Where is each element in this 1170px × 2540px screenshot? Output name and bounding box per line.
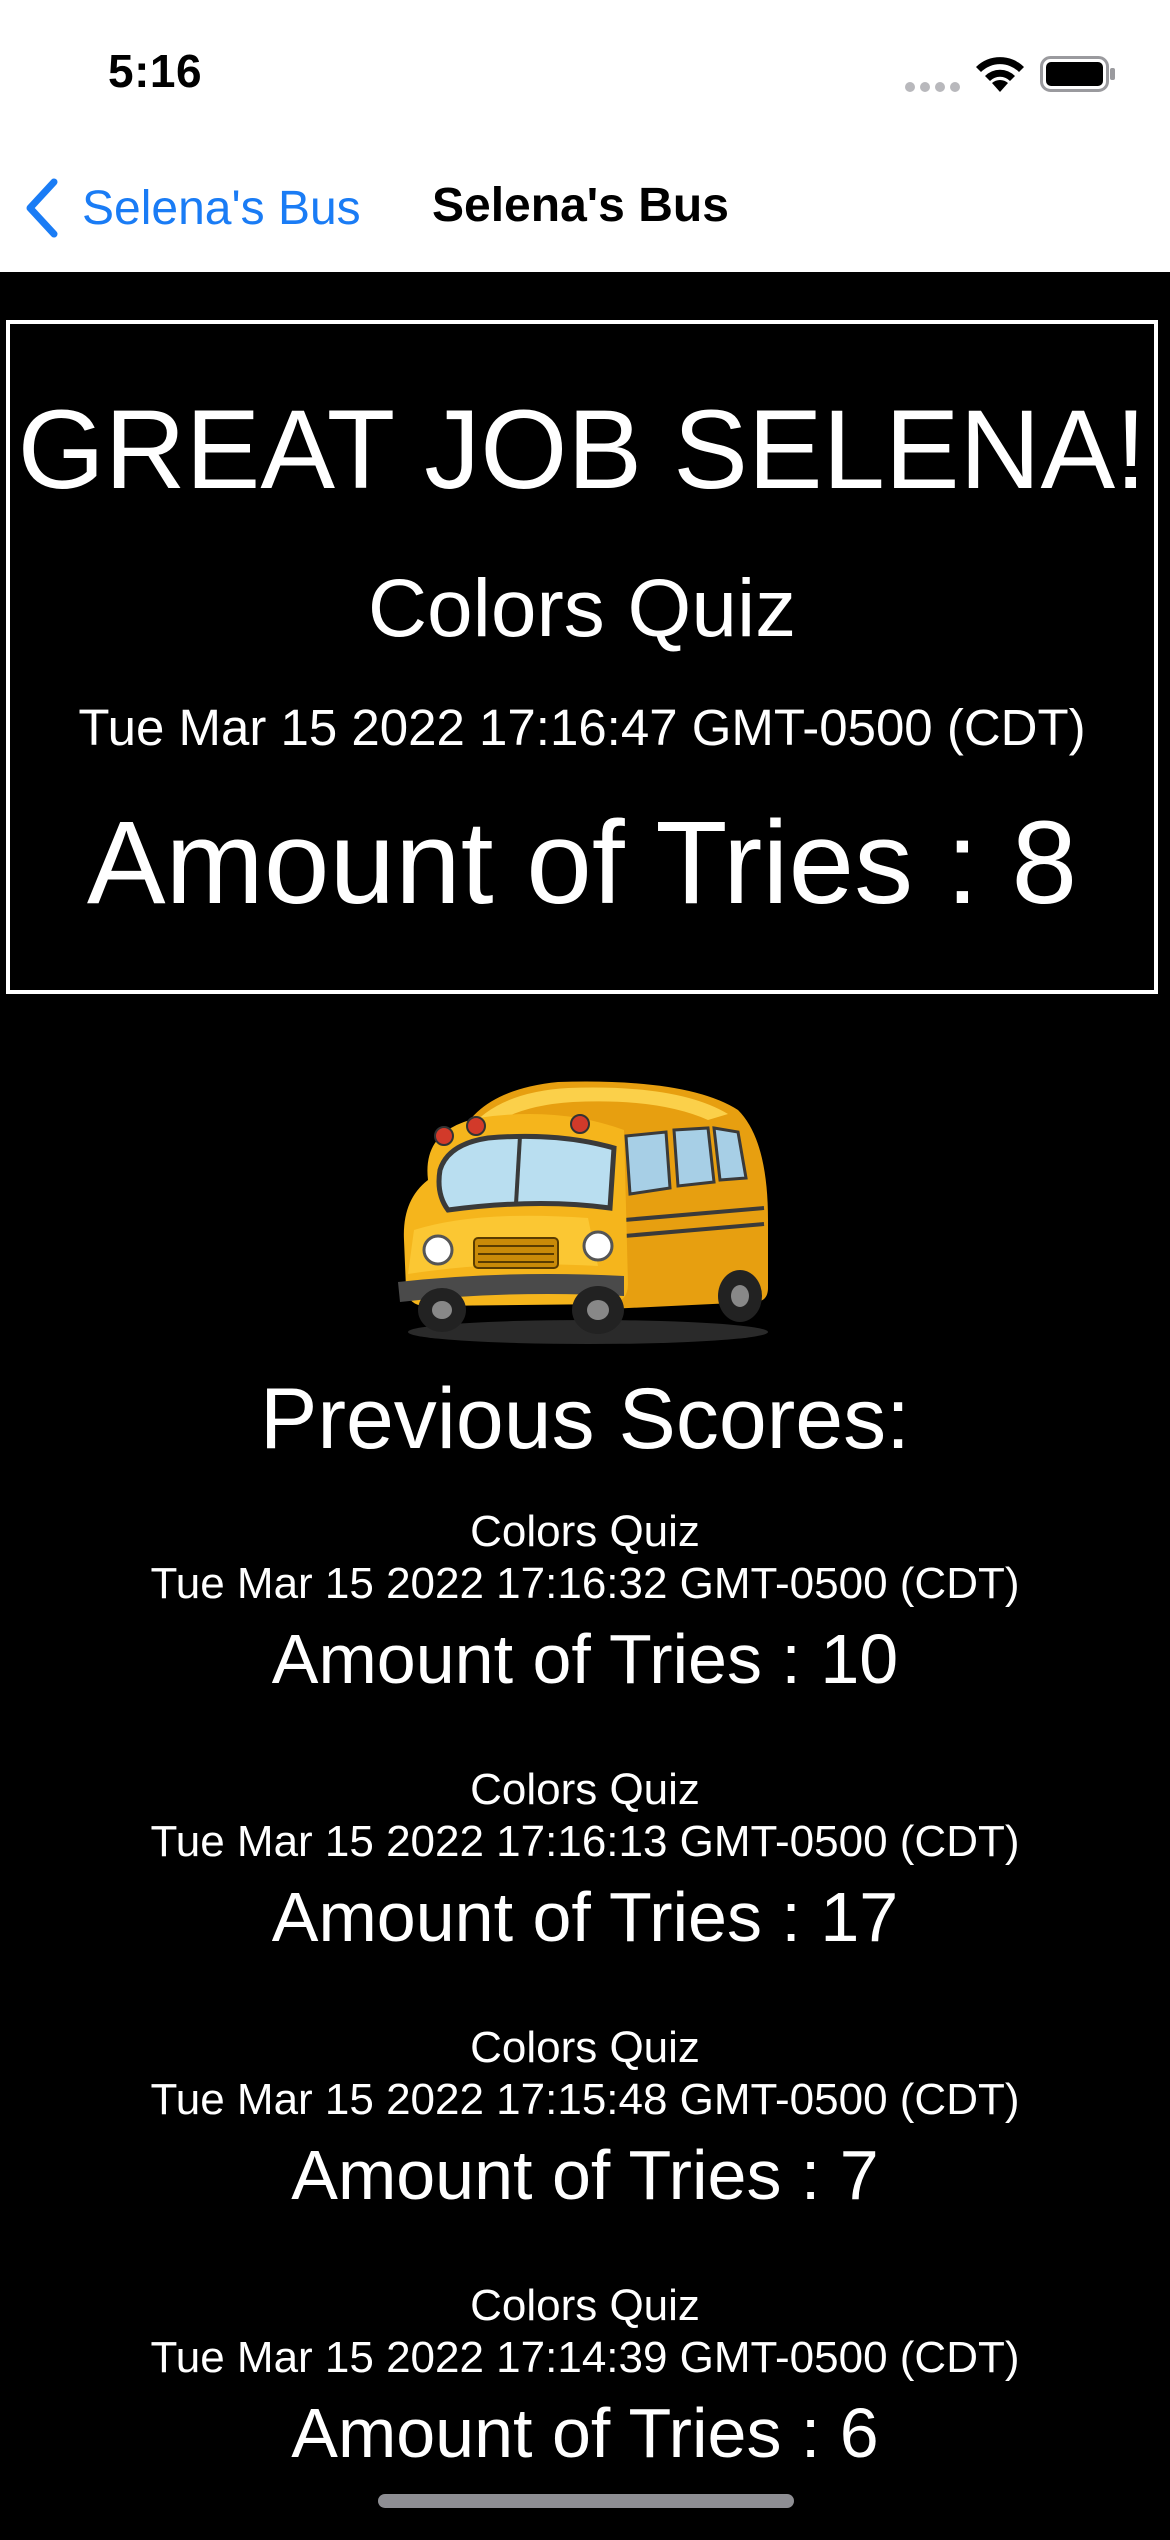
result-quiz-name: Colors Quiz [367,563,797,654]
score-date: Tue Mar 15 2022 17:15:48 GMT-0500 (CDT) [150,2075,1020,2124]
result-card: GREAT JOB SELENA! Colors Quiz Tue Mar 15… [6,320,1158,994]
score-date: Tue Mar 15 2022 17:16:32 GMT-0500 (CDT) [150,1559,1020,1608]
score-quiz-name: Colors Quiz [470,2281,700,2330]
score-tries: Amount of Tries : 10 [271,1620,899,1698]
chevron-left-icon [26,178,58,238]
score-item: Colors Quiz Tue Mar 15 2022 17:15:48 GMT… [0,2023,1170,2282]
previous-scores-heading: Previous Scores: [259,1371,911,1467]
result-date: Tue Mar 15 2022 17:16:47 GMT-0500 (CDT) [78,699,1086,756]
battery-icon [1040,56,1115,92]
score-quiz-name: Colors Quiz [470,2023,700,2072]
app-header: 5:16 Selena's Bus Selena's Bus [0,0,1170,272]
score-date: Tue Mar 15 2022 17:14:39 GMT-0500 (CDT) [150,2333,1020,2382]
score-quiz-name: Colors Quiz [470,1765,700,1814]
score-tries: Amount of Tries : 7 [291,2136,879,2214]
home-indicator[interactable] [378,2494,794,2508]
score-date: Tue Mar 15 2022 17:16:13 GMT-0500 (CDT) [150,1817,1020,1866]
nav-title: Selena's Bus [432,179,729,232]
wifi-icon [976,57,1024,92]
score-tries: Amount of Tries : 6 [291,2394,879,2472]
back-button-label: Selena's Bus [82,181,361,235]
score-item: Colors Quiz Tue Mar 15 2022 17:16:13 GMT… [0,1765,1170,2024]
score-quiz-name: Colors Quiz [470,1507,700,1556]
result-headline: GREAT JOB SELENA! [17,387,1147,512]
score-tries: Amount of Tries : 17 [271,1878,899,1956]
school-bus-icon [398,1081,768,1344]
cellular-signal-icon [905,80,961,94]
previous-scores-list: Colors Quiz Tue Mar 15 2022 17:16:32 GMT… [0,1507,1170,2540]
back-button[interactable]: Selena's Bus [20,172,361,244]
result-tries: Amount of Tries : 8 [86,797,1078,929]
status-time: 5:16 [108,45,203,97]
score-item: Colors Quiz Tue Mar 15 2022 17:16:32 GMT… [0,1507,1170,1766]
